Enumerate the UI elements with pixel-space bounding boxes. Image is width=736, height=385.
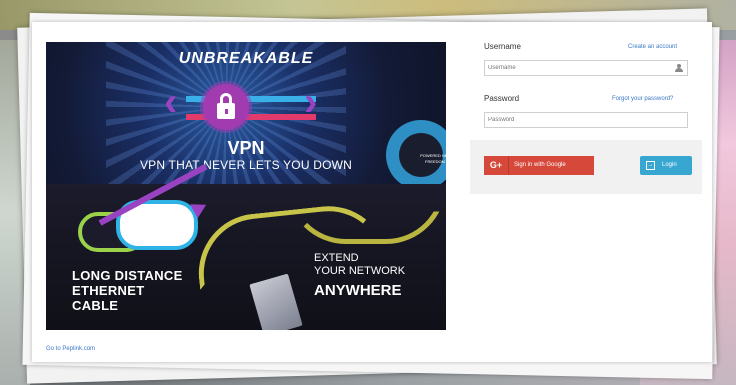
username-label: Username: [484, 42, 521, 51]
google-plus-icon: G+: [484, 156, 509, 175]
extend-line-1: EXTEND: [314, 252, 359, 264]
extend-line-2: YOUR NETWORK: [314, 265, 406, 277]
forgot-password-link[interactable]: Forgot your password?: [612, 96, 673, 102]
login-button[interactable]: → Login: [640, 156, 692, 175]
password-field[interactable]: [484, 112, 688, 128]
cable-title-line-1: LONG DISTANCE: [72, 268, 183, 283]
user-icon: [675, 64, 683, 72]
chevron-right-icon: ›: [304, 80, 318, 124]
login-card: UNBREAKABLE ‹ › VPN VPN THAT NEVER LETS …: [32, 22, 712, 362]
password-input[interactable]: [488, 117, 658, 123]
lock-icon: [203, 84, 249, 130]
password-label: Password: [484, 94, 520, 103]
login-actions: G+ Sign in with Google → Login: [470, 140, 702, 194]
create-account-link[interactable]: Create an account: [628, 44, 677, 50]
gear-icon: POWERED NET FREEDOM: [386, 120, 446, 190]
anywhere-text: ANYWHERE: [314, 282, 402, 299]
cable-title: LONG DISTANCE ETHERNET CABLE: [72, 268, 183, 313]
username-field[interactable]: [484, 60, 688, 76]
chevron-left-icon: ‹: [164, 80, 178, 124]
cable-title-line-2: ETHERNET: [72, 283, 145, 298]
extend-text: EXTEND YOUR NETWORK: [314, 252, 405, 278]
vpn-panel: UNBREAKABLE ‹ › VPN VPN THAT NEVER LETS …: [46, 42, 446, 190]
login-button-label: Login: [662, 162, 677, 168]
promo-banner: UNBREAKABLE ‹ › VPN VPN THAT NEVER LETS …: [46, 42, 446, 330]
login-icon: →: [646, 161, 655, 170]
google-signin-label: Sign in with Google: [514, 162, 566, 168]
login-form: Username Create an account Password Forg…: [470, 22, 702, 362]
username-input[interactable]: [488, 65, 658, 71]
banner-headline: UNBREAKABLE: [178, 50, 314, 67]
gear-badge-text: POWERED NET FREEDOM: [420, 153, 446, 164]
cable-title-line-3: CABLE: [72, 298, 119, 313]
peplink-home-link[interactable]: Go to Peplink.com: [46, 346, 95, 352]
google-signin-button[interactable]: G+ Sign in with Google: [484, 156, 594, 175]
